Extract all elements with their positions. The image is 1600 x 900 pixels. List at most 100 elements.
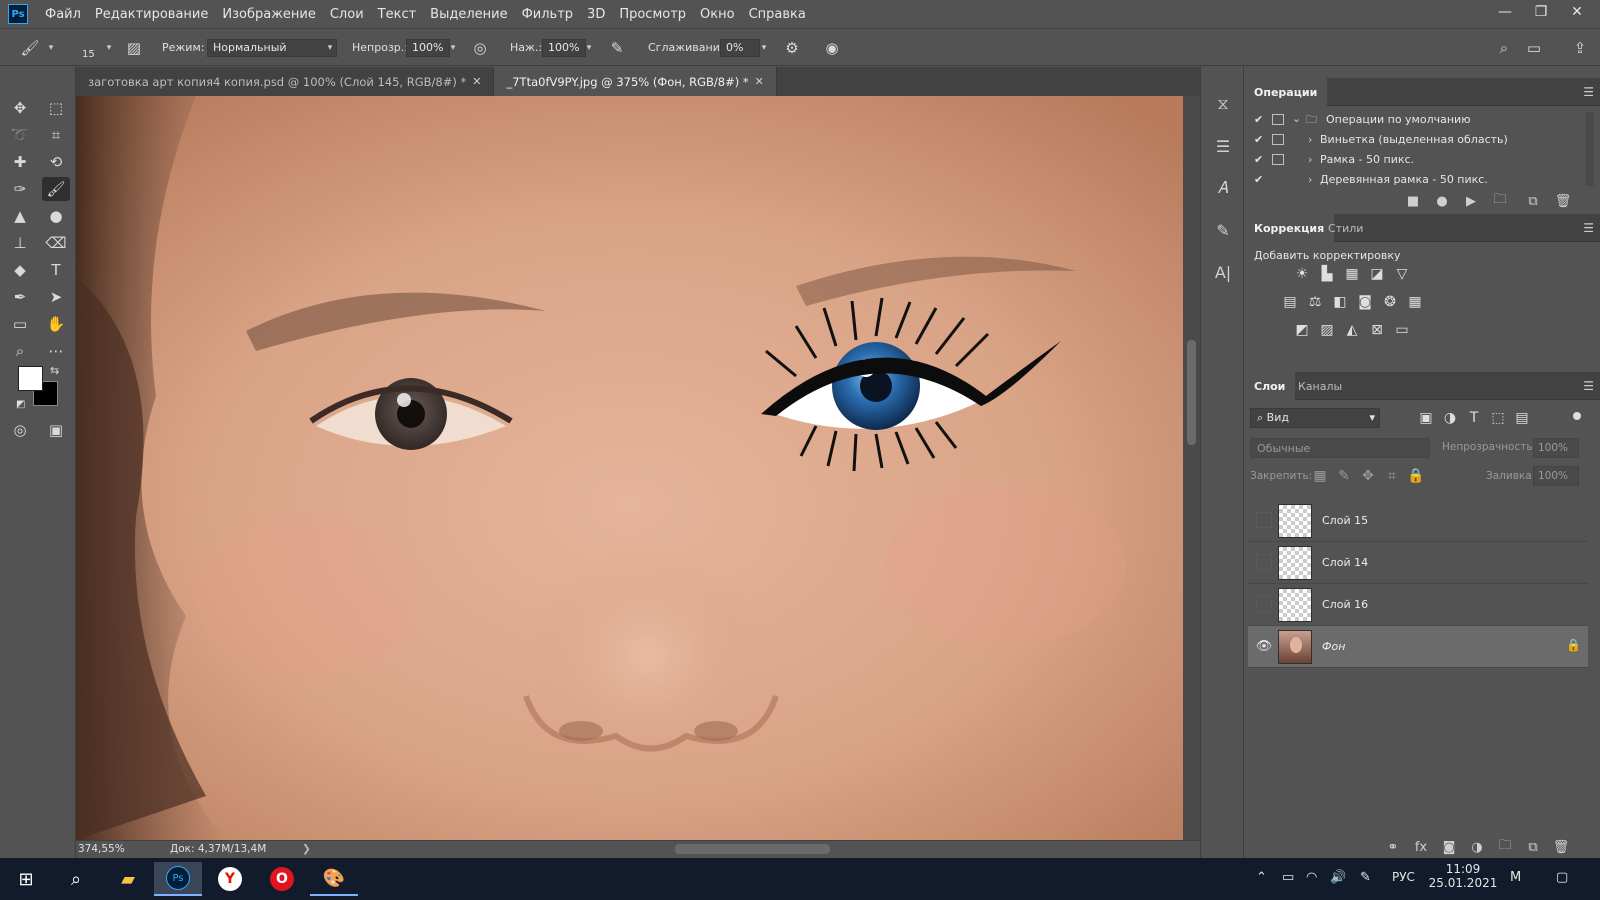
windows-start-icon[interactable]: ⊞ [2,862,50,896]
check-icon[interactable]: ✔ [1254,173,1263,186]
menu-filter[interactable]: Фильтр [515,7,580,22]
quick-select-icon[interactable]: ⟲ [42,150,70,174]
chevron-up-icon[interactable]: ⌃ [1256,870,1267,885]
brush-settings-icon[interactable]: ✎ [1211,218,1235,242]
dodge-tool-icon[interactable]: ● [42,204,70,228]
filter-smart-object-icon[interactable]: ▤ [1512,408,1532,428]
menu-view[interactable]: Просмотр [612,7,693,22]
chevron-down-icon[interactable]: ⌄ [1292,112,1301,125]
layer-row[interactable]: Слой 16 [1248,584,1588,626]
chevron-down-icon[interactable]: ▾ [44,39,58,57]
zoom-tool-icon[interactable]: ⌕ [6,339,34,363]
photo-filter-icon[interactable]: ◙ [1355,292,1375,312]
check-icon[interactable]: ✔ [1254,133,1263,146]
pressure-opacity-icon[interactable]: ◎ [470,38,490,58]
language-indicator[interactable]: РУС [1392,870,1415,884]
filter-type-icon[interactable]: T [1464,408,1484,428]
menu-layers[interactable]: Слои [323,7,371,22]
swap-colors-icon[interactable]: ⇆ [50,364,59,377]
color-balance-icon[interactable]: ⚖ [1305,292,1325,312]
screen-mode-icon[interactable]: ▣ [42,418,70,442]
pressure-size-icon[interactable]: ◉ [822,38,842,58]
restore-button[interactable]: ❐ [1522,0,1560,24]
quick-mask-icon[interactable]: ◎ [6,418,34,442]
document-canvas[interactable] [76,96,1183,840]
check-icon[interactable]: ✔ [1254,153,1263,166]
rectangle-tool-icon[interactable]: ▭ [6,312,34,336]
tab-document-1[interactable]: заготовка арт копия4 копия.psd @ 100% (С… [76,67,495,96]
actions-scrollbar[interactable] [1586,112,1594,186]
gradient-map-icon[interactable]: ▭ [1392,320,1412,340]
foreground-color-front[interactable] [18,366,43,391]
clock[interactable]: 11:09 25.01.2021 [1428,862,1498,890]
panel-menu-icon[interactable]: ☰ [1583,85,1594,99]
menu-edit[interactable]: Редактирование [88,7,215,22]
layer-mask-icon[interactable]: ◙ [1440,838,1458,856]
paint-app-icon[interactable]: 🎨 [310,862,358,896]
yandex-browser-icon[interactable]: Y [206,862,254,896]
layer-opacity-input[interactable]: 100% [1533,438,1579,458]
airbrush-icon[interactable]: ✎ [607,38,627,58]
blend-mode-select[interactable]: Обычные [1250,438,1430,458]
exposure-icon[interactable]: ◪ [1367,264,1387,284]
stamp-tool-icon[interactable]: ⊥ [6,231,34,255]
eraser-tool-icon[interactable]: ⌫ [42,231,70,255]
chevron-right-icon[interactable]: › [1308,173,1312,186]
workspace-icon[interactable]: ▭ [1524,38,1544,58]
layer-style-fx-icon[interactable]: fx [1412,838,1430,856]
tab-actions[interactable]: Операции [1244,78,1328,106]
filter-adjustment-icon[interactable]: ◑ [1440,408,1460,428]
check-icon[interactable]: ✔ [1254,113,1263,126]
lock-pixels-icon[interactable]: ✎ [1334,466,1354,486]
menu-help[interactable]: Справка [742,7,813,22]
smoothing-input[interactable]: 0% [720,39,760,57]
file-explorer-icon[interactable]: ▰ [104,862,152,896]
tab-styles[interactable]: Стили [1318,214,1373,242]
tab-document-2[interactable]: _7Tta0fV9PY.jpg @ 375% (Фон, RGB/8#) * ✕ [494,67,777,96]
link-layers-icon[interactable]: ⚭ [1384,838,1402,856]
triangle-tool-icon[interactable]: ▲ [6,204,34,228]
action-set-default[interactable]: ✔ ⌄ 🗀 Операции по умолчанию [1244,110,1590,130]
layer-row[interactable]: Слой 15 [1248,500,1588,542]
character-icon[interactable]: 𝐴 [1211,176,1235,200]
panel-menu-icon[interactable]: ☰ [1583,379,1594,393]
brush-tool-icon[interactable]: 🖌 [20,38,40,58]
search-icon[interactable]: ⌕ [52,862,100,896]
invert-icon[interactable]: ◩ [1292,320,1312,340]
layer-row-background[interactable]: 👁 Фон 🔒 [1248,626,1588,668]
brightness-icon[interactable]: ☀ [1292,264,1312,284]
type-tool-icon[interactable]: T [42,258,70,282]
threshold-icon[interactable]: ◭ [1342,320,1362,340]
pen-tool-icon[interactable]: ✒ [6,285,34,309]
zoom-level[interactable]: 374,55% [78,843,125,855]
trash-icon[interactable]: 🗑 [1554,192,1572,210]
folder-icon[interactable]: 🗀 [1491,192,1509,210]
layer-row[interactable]: Слой 14 [1248,542,1588,584]
brush-size-value[interactable]: 15 [82,49,95,60]
default-colors-icon[interactable]: ◩ [16,399,25,410]
new-layer-icon[interactable]: ⧉ [1524,838,1542,856]
lock-all-icon[interactable]: 🔒 [1406,466,1426,486]
mode-select[interactable]: Нормальный [207,39,337,57]
eyedropper-icon[interactable]: ✑ [6,177,34,201]
action-item[interactable]: ✔ › Виньетка (выделенная область) [1244,130,1590,150]
curves-icon[interactable]: ▦ [1342,264,1362,284]
visibility-toggle[interactable] [1256,596,1272,612]
brush-settings-icon[interactable]: ▨ [124,38,144,58]
pressure-input[interactable]: 100% [542,39,586,57]
dialog-toggle-icon[interactable] [1272,134,1284,145]
chevron-down-icon[interactable]: ▾ [757,39,771,57]
lock-artboard-icon[interactable]: ⌗ [1382,466,1402,486]
paragraph-icon[interactable]: A| [1211,260,1235,284]
opera-browser-icon[interactable]: O [258,862,306,896]
chevron-right-icon[interactable]: › [1308,133,1312,146]
more-tools-icon[interactable]: ⋯ [42,339,70,363]
brush-tool-icon[interactable]: 🖌 [42,177,70,201]
close-icon[interactable]: ✕ [472,75,481,88]
crop-tool-icon[interactable]: ⌗ [42,123,70,147]
vertical-scroll-thumb[interactable] [1187,340,1196,445]
wifi-icon[interactable]: ◠ [1306,870,1317,885]
selective-color-icon[interactable]: ⊠ [1367,320,1387,340]
close-button[interactable]: ✕ [1558,0,1596,24]
action-item[interactable]: ✔ › Рамка - 50 пикс. [1244,150,1590,170]
